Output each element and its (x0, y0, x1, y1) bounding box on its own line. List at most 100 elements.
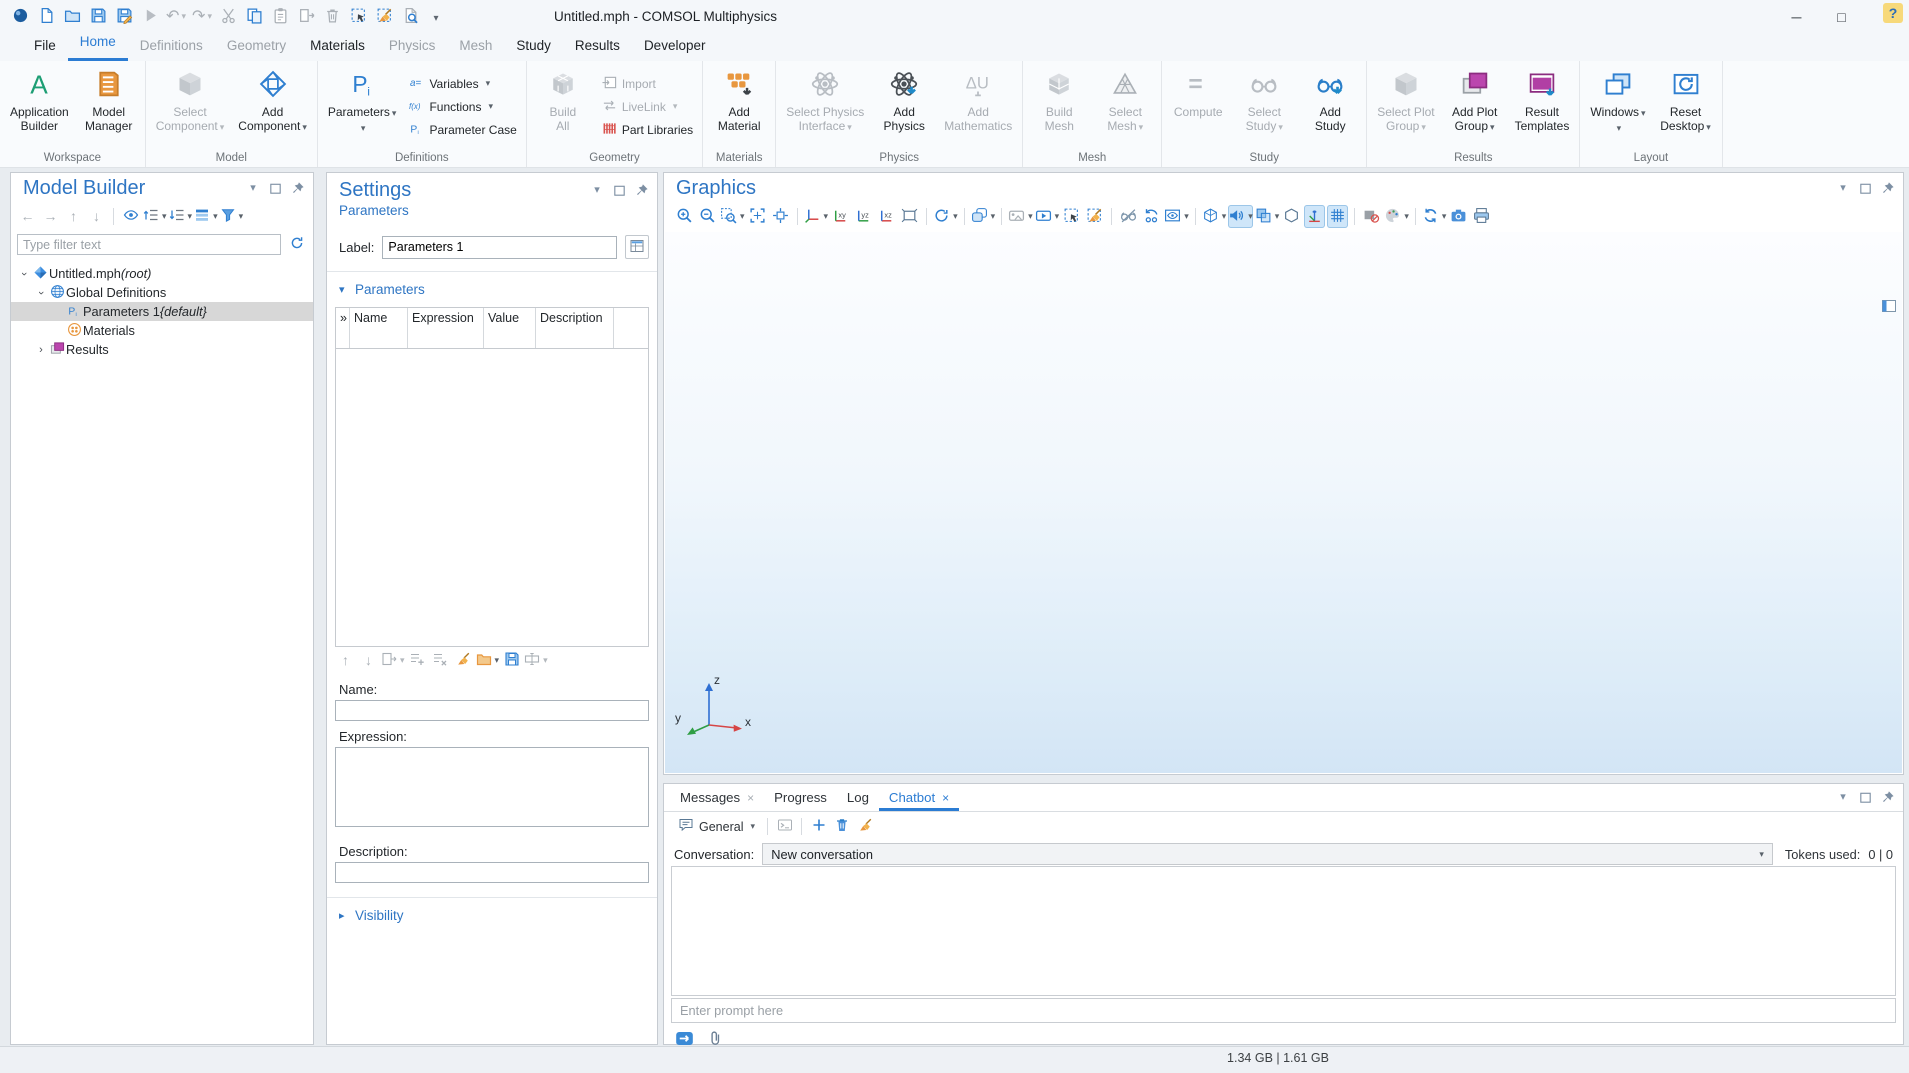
expander-expanded-icon[interactable]: › (17, 268, 31, 280)
filter-button[interactable]: ▾ (220, 205, 244, 228)
pin-panel-button[interactable] (1879, 789, 1895, 805)
ribbon-tab-results[interactable]: Results (563, 33, 632, 61)
ribbon-tab-developer[interactable]: Developer (632, 33, 718, 61)
color-palette-button[interactable]: ▾ (1384, 205, 1409, 228)
add-plot-group-button[interactable]: Add PlotGroup▾ (1442, 62, 1508, 151)
zoom-selected-button[interactable] (770, 205, 791, 228)
pin-panel-button[interactable] (1879, 180, 1895, 196)
conversation-select[interactable]: New conversation ▾ (762, 843, 1773, 865)
new-file-button[interactable] (34, 4, 58, 30)
collapse-panel-button[interactable]: ▾ (245, 180, 261, 196)
zoom-box-button[interactable]: ▾ (720, 205, 745, 228)
chat-category-select[interactable]: General▾ (672, 816, 761, 838)
parameters-button[interactable]: PiParameters▾▾ (321, 62, 404, 151)
hide-objects-button[interactable] (1118, 205, 1139, 228)
update-button[interactable]: ▾ (1422, 205, 1447, 228)
parameters-table-body[interactable] (336, 349, 648, 646)
maximize-button[interactable]: □ (1819, 0, 1864, 33)
tree-filter-input[interactable] (17, 234, 281, 255)
tree-item-materials[interactable]: Materials (11, 321, 313, 340)
chat-prompt-input[interactable] (671, 998, 1896, 1023)
variables-button[interactable]: a=Variables▾ (409, 74, 516, 93)
save-to-file-button[interactable] (501, 649, 522, 672)
collapse-panel-button[interactable]: ▾ (1835, 180, 1851, 196)
view-unhidden-button[interactable]: ▾ (1164, 205, 1189, 228)
label-input[interactable] (382, 236, 617, 259)
float-panel-button[interactable] (611, 182, 627, 198)
functions-button[interactable]: f(x)Functions▾ (409, 97, 516, 116)
graphics-canvas[interactable]: z y x (665, 232, 1902, 773)
result-templates-button[interactable]: ResultTemplates (1508, 62, 1577, 151)
wireframe-button[interactable]: ▾ (1202, 205, 1227, 228)
transparency-button[interactable]: ▾ (1255, 205, 1280, 228)
tree-item-parameters-1[interactable]: PiParameters 1 {default} (11, 302, 313, 321)
reset-hiding-button[interactable] (1141, 205, 1162, 228)
name-input[interactable] (335, 700, 649, 721)
show-grid-button[interactable] (1327, 205, 1348, 228)
model-tree-nodes-button[interactable]: ▾ (194, 205, 218, 228)
console-tab-log[interactable]: Log (837, 784, 879, 811)
copy-button[interactable] (242, 4, 266, 30)
zoom-out-button[interactable] (697, 205, 718, 228)
rotate-button[interactable]: ▾ (933, 205, 958, 228)
windows-button[interactable]: Windows▾▾ (1583, 62, 1652, 151)
ribbon-tab-home[interactable]: Home (68, 30, 128, 61)
view-yz-button[interactable]: yz (853, 205, 874, 228)
tree-item-global-definitions[interactable]: ›Global Definitions (11, 283, 313, 302)
clear-selection-button[interactable] (372, 4, 396, 30)
pin-panel-button[interactable] (633, 182, 649, 198)
save-button[interactable] (86, 4, 110, 30)
help-button[interactable]: ? (1883, 3, 1903, 23)
console-tab-chatbot[interactable]: Chatbot× (879, 784, 959, 811)
show-button[interactable] (120, 205, 141, 228)
snapshot-button[interactable] (1448, 205, 1469, 228)
part-libraries-button[interactable]: Part Libraries (602, 120, 693, 139)
save-as-button[interactable] (112, 4, 136, 30)
open-button[interactable] (60, 4, 84, 30)
view-xz-button[interactable]: xz (876, 205, 897, 228)
parameter-case-button[interactable]: PiParameter Case (409, 120, 516, 139)
image-export-button[interactable]: ▾ (1008, 205, 1033, 228)
expander-expanded-icon[interactable]: › (34, 287, 48, 299)
console-tab-progress[interactable]: Progress (764, 784, 837, 811)
default-view-button[interactable]: ▾ (804, 205, 829, 228)
sound-button[interactable]: ▾ (1228, 205, 1253, 228)
show-box-button[interactable] (1281, 205, 1302, 228)
scene-light-button[interactable]: ▾ (971, 205, 996, 228)
parameters-section-header[interactable]: ▾ Parameters (327, 274, 657, 303)
float-panel-button[interactable] (1857, 789, 1873, 805)
expand-all-button[interactable]: ▾ (143, 205, 167, 228)
clear-conversation-button[interactable] (854, 815, 875, 838)
zoom-extents-button[interactable] (747, 205, 768, 228)
float-panel-button[interactable] (1857, 180, 1873, 196)
reset-desktop-button[interactable]: ResetDesktop▾ (1653, 62, 1719, 151)
close-tab-icon[interactable]: × (747, 791, 754, 805)
add-component-button[interactable]: AddComponent▾ (231, 62, 314, 151)
console-tab-messages[interactable]: Messages× (670, 784, 764, 811)
print-button[interactable] (1471, 205, 1492, 228)
minimize-button[interactable]: ─ (1774, 0, 1819, 33)
show-axis-button[interactable] (1304, 205, 1325, 228)
delete-conversation-button[interactable] (831, 815, 852, 838)
visibility-section-header[interactable]: ▸ Visibility (327, 900, 657, 929)
docked-window-icon[interactable] (1881, 298, 1897, 317)
ribbon-tab-materials[interactable]: Materials (298, 33, 377, 61)
new-conversation-button[interactable] (808, 815, 829, 838)
description-input[interactable] (335, 862, 649, 883)
label-aux-button[interactable] (625, 235, 649, 259)
load-from-file-button[interactable]: ▾ (476, 649, 500, 672)
collapse-panel-button[interactable]: ▾ (1835, 789, 1851, 805)
clear-table-button[interactable] (453, 649, 474, 672)
model-manager-button[interactable]: ModelManager (76, 62, 142, 151)
orthographic-button[interactable] (899, 205, 920, 228)
customize-quick-access-button[interactable]: ▾ (424, 4, 448, 30)
find-button[interactable] (398, 4, 422, 30)
animation-export-button[interactable]: ▾ (1035, 205, 1060, 228)
add-material-button[interactable]: AddMaterial (706, 62, 772, 151)
select-box-button[interactable] (1061, 205, 1082, 228)
application-builder-button[interactable]: AApplicationBuilder (3, 62, 76, 151)
close-tab-icon[interactable]: × (942, 791, 949, 805)
tree-item-results[interactable]: ›Results (11, 340, 313, 359)
expander-collapsed-icon[interactable]: › (34, 344, 48, 356)
add-study-button[interactable]: AddStudy (1297, 62, 1363, 151)
